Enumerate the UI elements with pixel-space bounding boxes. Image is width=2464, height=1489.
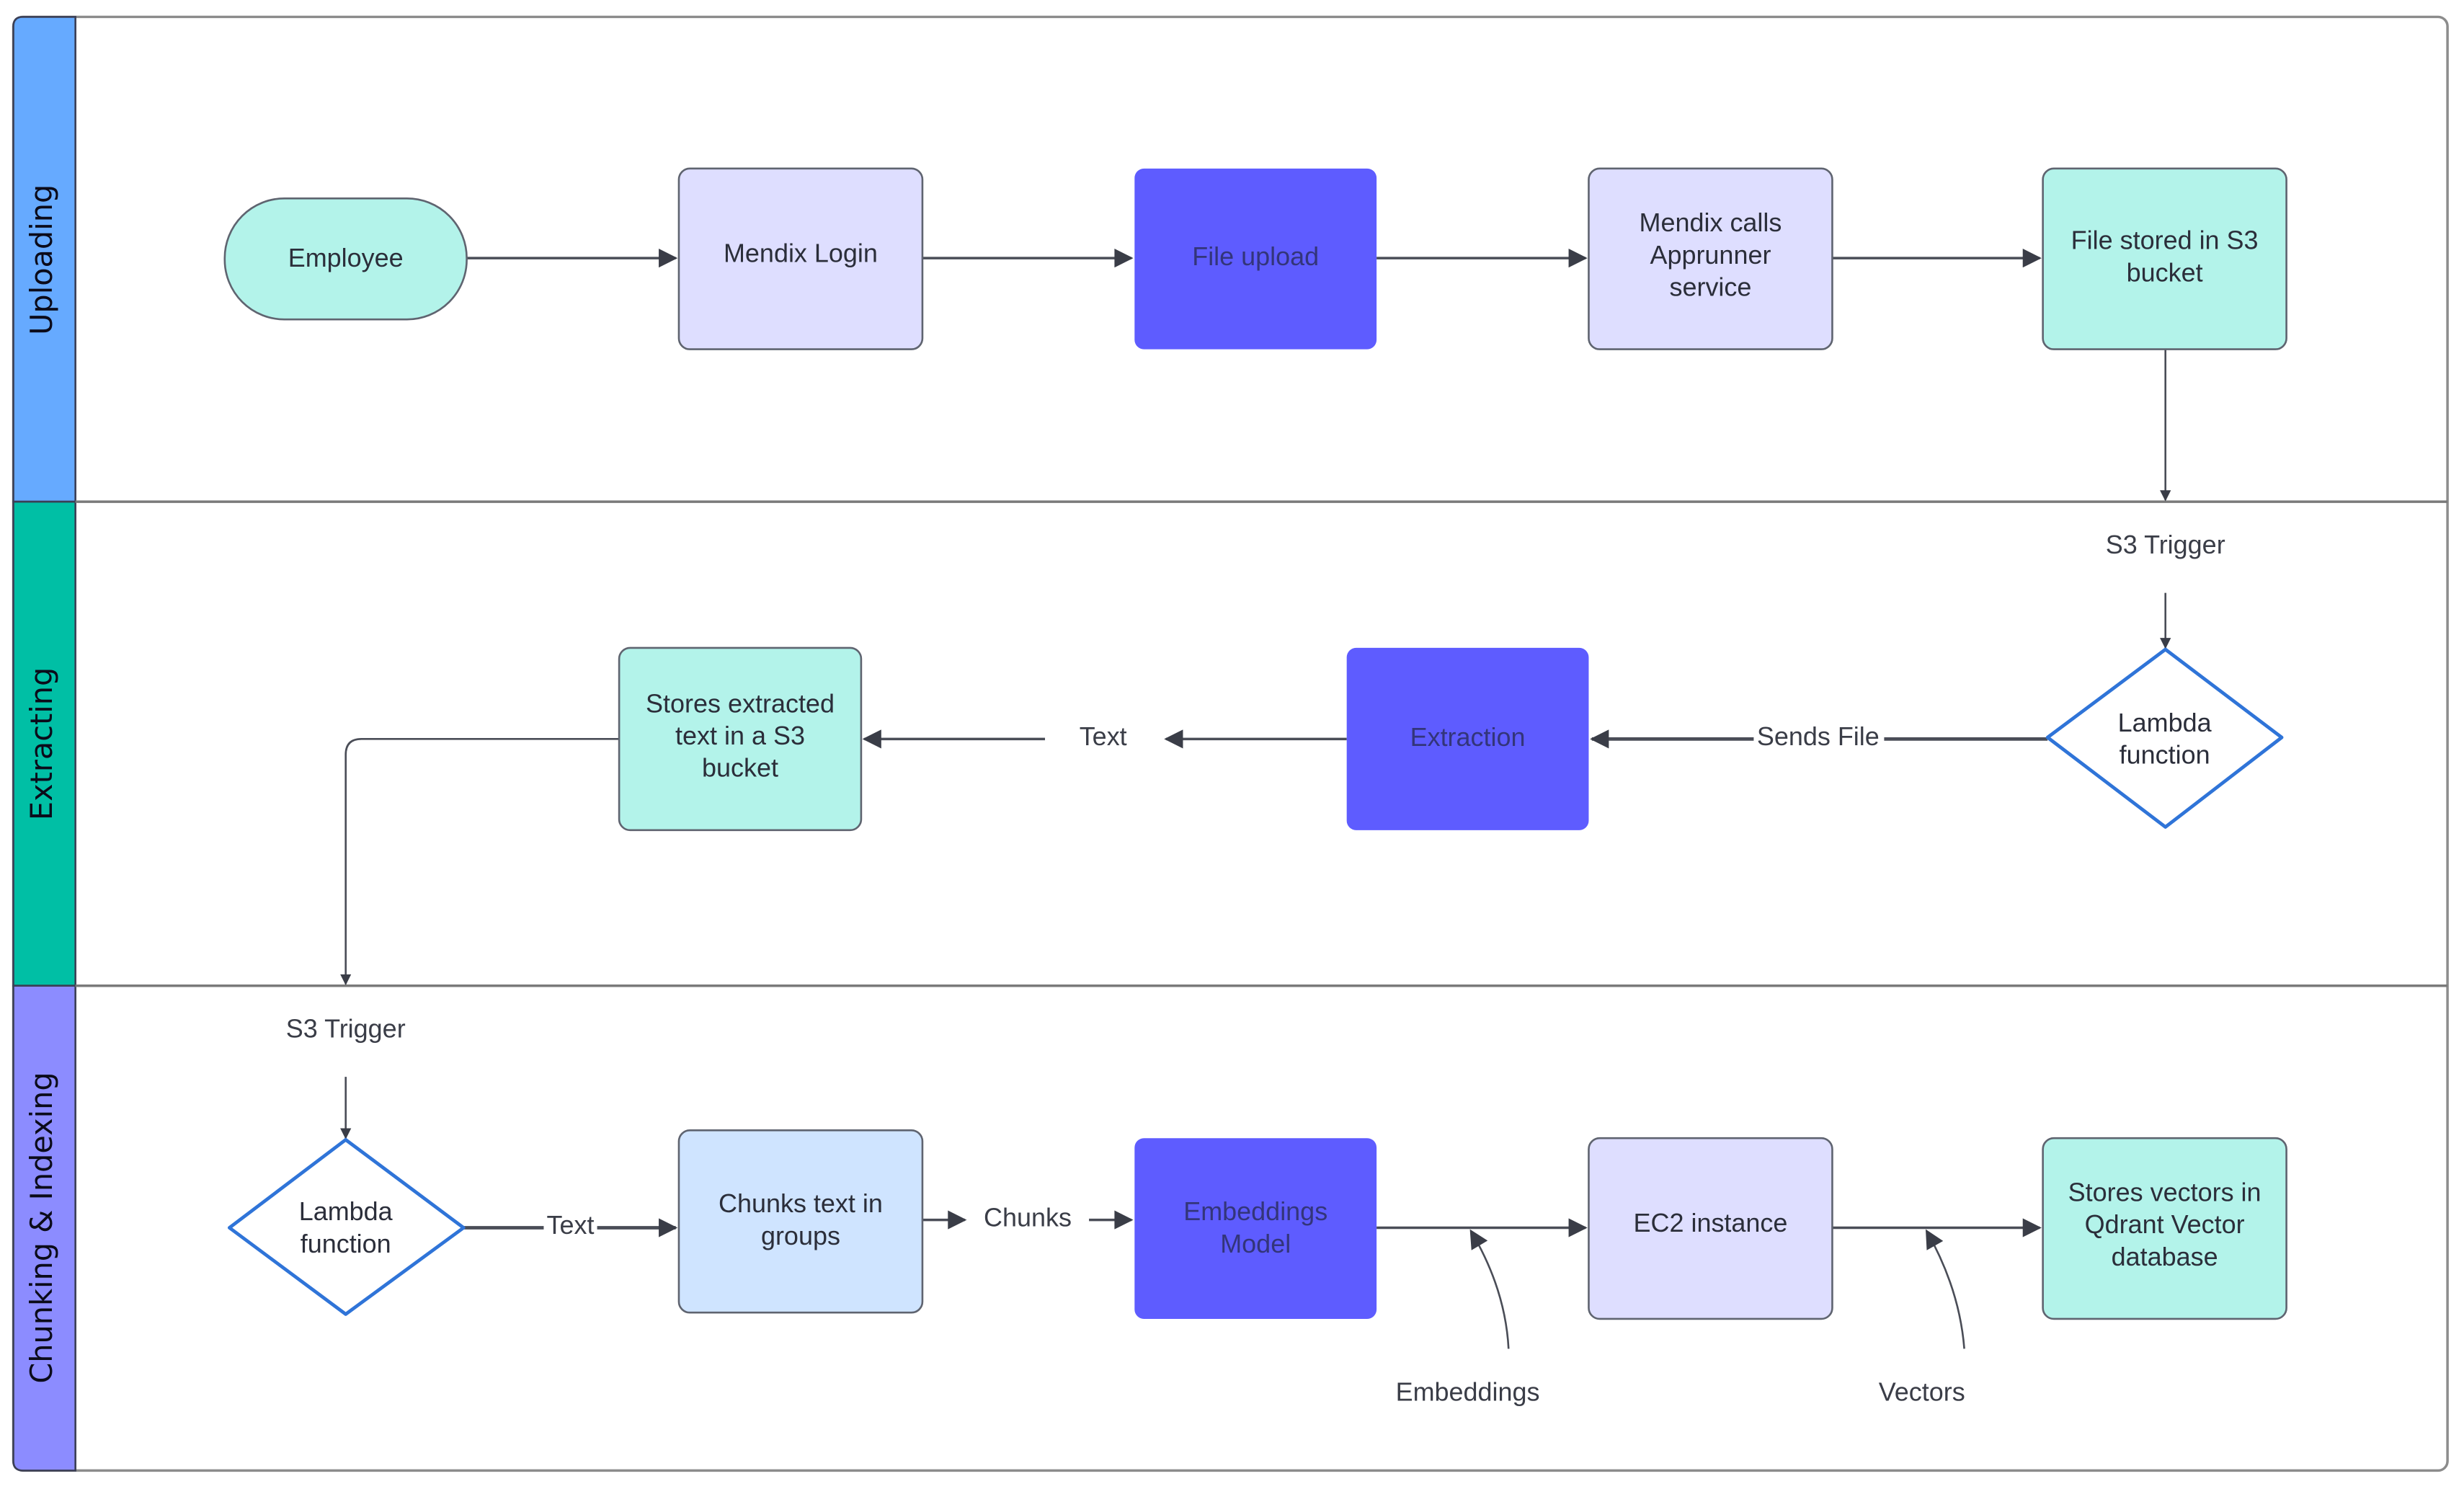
label-line: Lambda — [299, 1196, 393, 1226]
edge-label-text-2: Text — [547, 1210, 595, 1240]
mendix-login-label: Mendix Login — [724, 239, 878, 268]
node-stores-extracted-text[interactable]: Stores extracted text in a S3 bucket — [618, 646, 863, 832]
lane-chunking-label: Chunking & Indexing — [25, 1072, 59, 1383]
label-line: Stores extracted — [646, 688, 835, 718]
label-line: groups — [761, 1221, 840, 1250]
label-line: bucket — [2127, 257, 2203, 287]
extraction-label: Extraction — [1410, 722, 1526, 752]
label-line: Mendix calls — [1640, 208, 1782, 237]
label-line: Chunks text in — [719, 1188, 883, 1218]
node-employee[interactable]: Employee — [223, 197, 468, 321]
label-line: Extraction — [1410, 722, 1526, 752]
label-line: database — [2112, 1242, 2218, 1271]
swimlane-diagram: Uploading Extracting Chunking & Indexing… — [12, 15, 2449, 1472]
lane-extracting: Extracting — [12, 500, 76, 987]
node-file-stored-s3[interactable]: File stored in S3 bucket — [2042, 167, 2287, 350]
edge-label-sends-file: Sends File — [1757, 721, 1880, 751]
edge-label-text: Text — [1080, 721, 1127, 751]
edge-label-embeddings: Embeddings — [1396, 1377, 1540, 1406]
edge-label-s3-trigger: S3 Trigger — [2106, 530, 2225, 559]
lane-uploading: Uploading — [12, 16, 76, 503]
file-upload-label: File upload — [1192, 241, 1319, 271]
node-extraction[interactable]: Extraction — [1346, 647, 1589, 830]
edge-label-chunks: Chunks — [984, 1202, 1072, 1232]
label-line: function — [301, 1229, 391, 1258]
employee-label: Employee — [288, 243, 404, 272]
label-line: Employee — [288, 243, 404, 272]
label-line: EC2 instance — [1633, 1208, 1787, 1237]
label-line: Embeddings — [1183, 1196, 1327, 1226]
label-line: service — [1669, 272, 1751, 301]
label-line: File stored in S3 — [2071, 226, 2259, 255]
ec2-instance-label: EC2 instance — [1633, 1208, 1787, 1237]
lane-extracting-label: Extracting — [25, 667, 59, 820]
lane-uploading-label: Uploading — [25, 185, 59, 335]
node-embeddings-model[interactable]: Embeddings Model — [1134, 1138, 1377, 1319]
edge-label-s3-trigger-2: S3 Trigger — [286, 1014, 406, 1044]
label-line: bucket — [702, 753, 778, 783]
node-ec2-instance[interactable]: EC2 instance — [1588, 1137, 1833, 1320]
label-line: Stores vectors in — [2068, 1177, 2261, 1206]
edge-label-vectors: Vectors — [1879, 1377, 1965, 1406]
label-line: Mendix Login — [724, 239, 878, 268]
node-stores-vectors-qdrant[interactable]: Stores vectors in Qdrant Vector database — [2042, 1137, 2287, 1320]
label-line: function — [2120, 740, 2210, 770]
label-line: Lambda — [2118, 708, 2212, 737]
label-line: Model — [1220, 1229, 1291, 1258]
node-mendix-calls-apprunner[interactable]: Mendix calls Apprunner service — [1588, 167, 1833, 350]
label-line: File upload — [1192, 241, 1319, 271]
label-line: Apprunner — [1650, 240, 1771, 270]
label-line: Qdrant Vector — [2085, 1209, 2245, 1239]
node-mendix-login[interactable]: Mendix Login — [677, 167, 924, 350]
node-file-upload[interactable]: File upload — [1134, 168, 1377, 350]
lane-chunking-indexing: Chunking & Indexing — [12, 984, 76, 1472]
label-line: text in a S3 — [675, 721, 805, 750]
node-chunks-text-in-groups[interactable]: Chunks text in groups — [677, 1129, 924, 1314]
